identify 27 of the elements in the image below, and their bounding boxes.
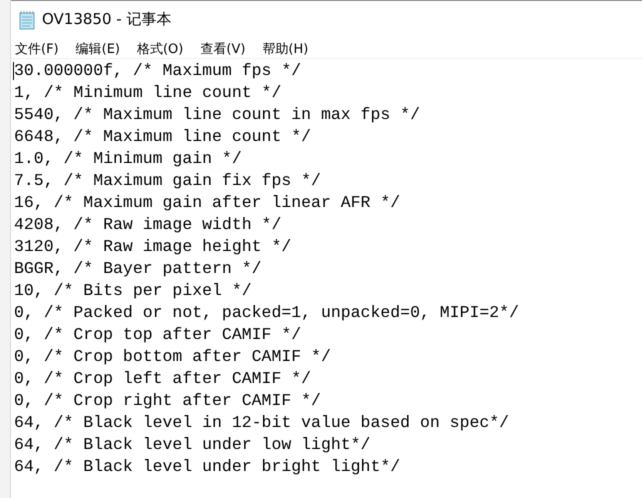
code-line: 0, /* Packed or not, packed=1, unpacked=0, MIPI=2*/ [14,302,520,324]
code-line: 1, /* Minimum line count */ [14,82,282,104]
code-line: 30.000000f, /* Maximum fps */ [14,60,302,82]
code-line: 0, /* Crop left after CAMIF */ [14,368,312,390]
text-cursor [13,62,14,80]
notepad-icon [18,10,36,30]
code-line: BGGR, /* Bayer pattern */ [14,258,263,280]
code-line: 6648, /* Maximum line count */ [14,126,312,148]
code-line: 10, /* Bits per pixel */ [14,280,253,302]
code-line: 64, /* Black level under low light*/ [14,434,372,456]
menu-item[interactable]: 帮助(H) [262,40,308,58]
code-line: 0, /* Crop right after CAMIF */ [14,390,322,412]
code-line: 64, /* Black level in 12-bit value based on spec*/ [14,412,510,434]
menu-item[interactable]: 编辑(E) [76,40,120,58]
code-line: 5540, /* Maximum line count in max fps */ [14,104,421,126]
code-line: 16, /* Maximum gain after linear AFR */ [14,192,402,214]
code-line: 64, /* Black level under bright light*/ [14,456,402,478]
menu-item[interactable]: 格式(O) [136,40,184,58]
code-line: 0, /* Crop top after CAMIF */ [14,324,302,346]
menu-item[interactable]: 文件(F) [15,40,59,58]
menu-item[interactable]: 查看(V) [200,40,246,58]
window-title: OV13850 - 记事本 [42,10,172,29]
code-line: 7.5, /* Maximum gain fix fps */ [14,170,322,192]
code-line: 4208, /* Raw image width */ [14,214,282,236]
code-line: 3120, /* Raw image height */ [14,236,292,258]
code-line: 1.0, /* Minimum gain */ [14,148,243,170]
code-line: 0, /* Crop bottom after CAMIF */ [14,346,332,368]
